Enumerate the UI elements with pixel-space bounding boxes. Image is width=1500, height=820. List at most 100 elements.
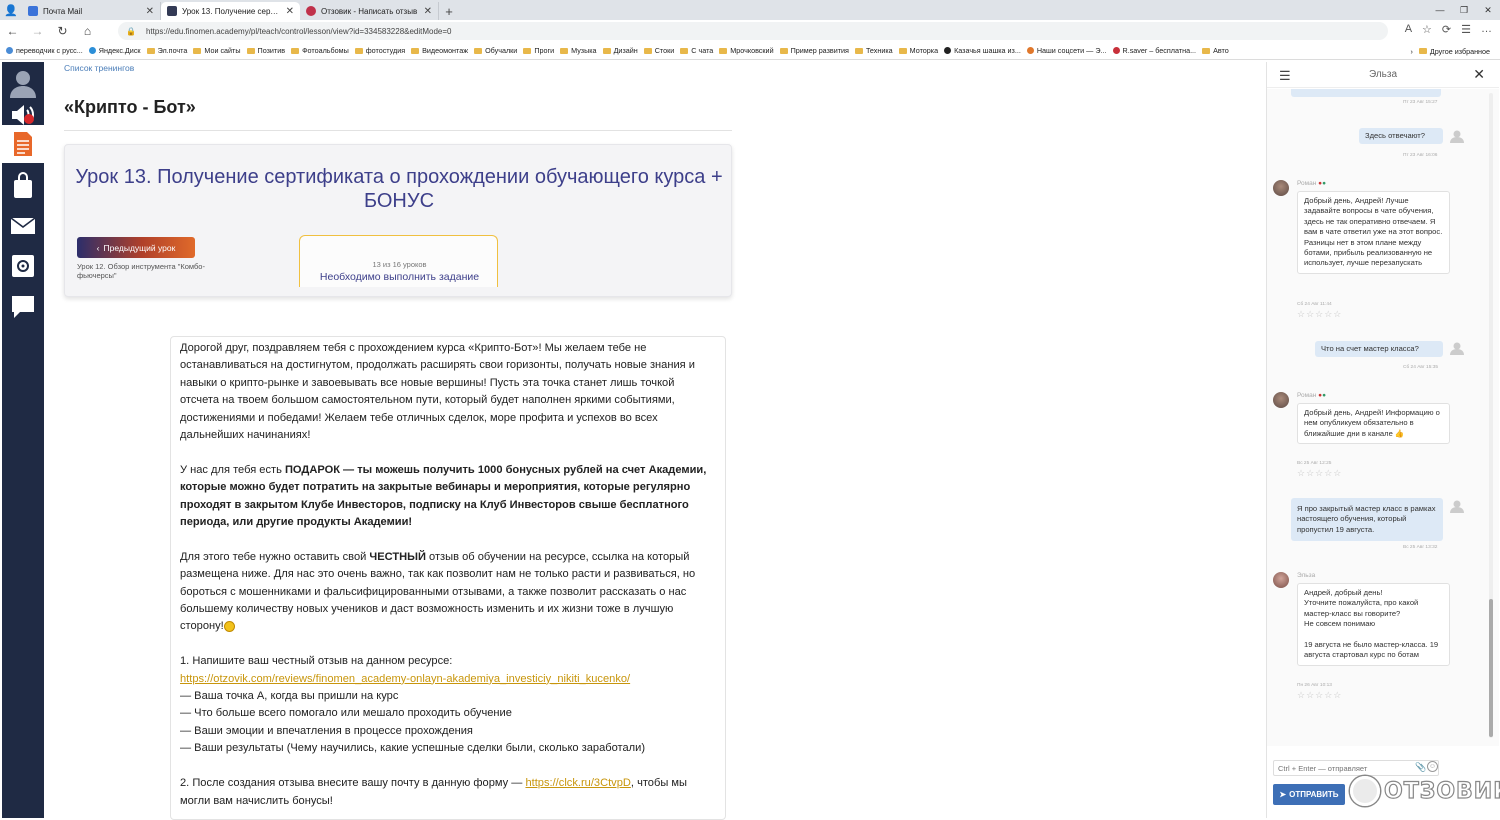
- message-bubble-incoming: Добрый день, Андрей! Информацию о нем оп…: [1297, 403, 1450, 445]
- left-sidebar: [2, 62, 44, 818]
- chat-scrollbar[interactable]: [1489, 93, 1493, 738]
- favorites-icon[interactable]: ☰: [1461, 23, 1471, 36]
- bookmark-label: Обучалки: [485, 46, 518, 55]
- lesson-progress-box: 13 из 16 уроков Необходимо выполнить зад…: [299, 235, 498, 287]
- close-window-icon[interactable]: ✕: [1476, 0, 1500, 20]
- minimize-icon[interactable]: —: [1428, 0, 1452, 20]
- bookmark-item[interactable]: С чата: [680, 46, 713, 55]
- rating-stars[interactable]: ☆☆☆☆☆: [1297, 690, 1342, 701]
- folder-icon: [680, 47, 689, 54]
- close-tab-icon[interactable]: ✕: [146, 6, 154, 17]
- bookmark-item[interactable]: Мрочковский: [719, 46, 774, 55]
- forward-icon[interactable]: →: [25, 24, 50, 38]
- tab-title: Урок 13. Получение сертифика: [182, 6, 282, 16]
- chevron-right-icon[interactable]: ›: [1410, 47, 1412, 56]
- user-avatar-icon: [1450, 342, 1464, 355]
- bookmark-label: Пример развития: [790, 46, 849, 55]
- message-meta: Пт 23 Авг 15:27: [1403, 100, 1438, 105]
- roman-avatar: [1273, 180, 1289, 196]
- folder-icon: [193, 47, 202, 54]
- bookmark-item[interactable]: Пример развития: [779, 46, 849, 55]
- bookmark-item[interactable]: Дизайн: [602, 46, 638, 55]
- folder-icon: [146, 47, 155, 54]
- watermark-text: ОТЗОВИК: [1383, 778, 1500, 804]
- folder-icon: [560, 47, 569, 54]
- safe-icon[interactable]: [2, 247, 44, 285]
- bookmark-item[interactable]: Мои сайты: [193, 46, 241, 55]
- congrats-paragraph: Дорогой друг, поздравляем тебя с прохожд…: [180, 342, 695, 442]
- url-field[interactable]: 🔒 https://edu.finomen.academy/pl/teach/c…: [118, 22, 1388, 40]
- tab-lesson[interactable]: Урок 13. Получение сертифика ✕: [161, 2, 300, 20]
- chat-messages[interactable]: Пт 23 Авг 15:27 Здесь отвечают? Пт 23 Ав…: [1267, 89, 1499, 746]
- profile-icon[interactable]: 👤: [0, 0, 22, 20]
- bookmark-item[interactable]: фотостудия: [354, 46, 405, 55]
- user-avatar-icon: [1450, 500, 1464, 513]
- bookmark-item[interactable]: Стоки: [643, 46, 675, 55]
- lesson-body: Дорогой друг, поздравляем тебя с прохожд…: [170, 336, 726, 820]
- emoji-icon[interactable]: ☺: [1427, 761, 1438, 772]
- bookmark-item[interactable]: Эл.почта: [146, 46, 187, 55]
- previous-lesson-button[interactable]: ‹ Предыдущий урок: [77, 237, 195, 258]
- back-icon[interactable]: ←: [0, 24, 25, 38]
- breadcrumb-trainings-link[interactable]: Список тренингов: [64, 63, 134, 73]
- otzovik-review-link[interactable]: https://otzovik.com/reviews/finomen_acad…: [180, 673, 630, 685]
- tab-title: Отзовик - Написать отзыв: [321, 6, 418, 16]
- folder-icon: [898, 47, 907, 54]
- form-link[interactable]: https://clck.ru/3CtvpD: [525, 777, 630, 789]
- refresh-extension-icon[interactable]: ⟳: [1442, 23, 1451, 36]
- bookmark-item[interactable]: переводчик с русс...: [6, 46, 83, 55]
- more-menu-icon[interactable]: …: [1481, 23, 1492, 36]
- bookmark-item[interactable]: Фотоальбомы: [291, 46, 349, 55]
- tab-otzovik[interactable]: Отзовик - Написать отзыв ✕: [300, 2, 439, 20]
- browser-tab-bar: 👤 Почта Mail ✕ Урок 13. Получение сертиф…: [0, 0, 1500, 20]
- scrollbar-thumb[interactable]: [1489, 599, 1493, 737]
- folder-icon: [474, 47, 483, 54]
- bookmark-label: Наши соцсети — Э...: [1036, 46, 1107, 55]
- bookmark-label: переводчик с русс...: [16, 46, 83, 55]
- rating-stars[interactable]: ☆☆☆☆☆: [1297, 309, 1342, 320]
- paperclip-icon[interactable]: 📎: [1415, 762, 1426, 773]
- window-controls: — ❐ ✕: [1428, 0, 1500, 20]
- tab-mail[interactable]: Почта Mail ✕: [22, 2, 161, 20]
- bookmark-item[interactable]: Позитив: [246, 46, 285, 55]
- shop-bag-icon[interactable]: [2, 167, 44, 205]
- lesson-task-status: Необходимо выполнить задание: [319, 271, 480, 283]
- bookmark-item[interactable]: Обучалки: [474, 46, 517, 55]
- message-sender: Роман ●●: [1297, 392, 1327, 399]
- bookmark-item[interactable]: Казачья шашка из...: [944, 46, 1021, 55]
- bookmark-item[interactable]: Авто: [1202, 46, 1229, 55]
- send-button[interactable]: ➤ ОТПРАВИТЬ: [1273, 784, 1345, 805]
- read-aloud-icon[interactable]: A: [1405, 23, 1412, 36]
- previous-lesson-title[interactable]: Урок 12. Обзор инструмента "Комбо-фьючер…: [77, 262, 217, 280]
- favorite-star-icon[interactable]: ☆: [1422, 23, 1432, 36]
- bookmark-label: Техника: [865, 46, 893, 55]
- folder-icon: [719, 47, 728, 54]
- bookmark-label: Мои сайты: [204, 46, 241, 55]
- close-tab-icon[interactable]: ✕: [286, 6, 294, 17]
- bookmark-label: Стоки: [654, 46, 675, 55]
- mail-icon[interactable]: [2, 207, 44, 245]
- folder-icon: [1202, 47, 1211, 54]
- other-bookmarks[interactable]: › Другое избранное: [1404, 42, 1496, 59]
- close-tab-icon[interactable]: ✕: [424, 6, 432, 17]
- maximize-icon[interactable]: ❐: [1452, 0, 1476, 20]
- chat-bubble-icon[interactable]: [2, 288, 44, 326]
- lessons-doc-icon[interactable]: [2, 125, 44, 163]
- home-icon[interactable]: ⌂: [75, 24, 100, 38]
- bookmark-item[interactable]: Видеомонтаж: [411, 46, 468, 55]
- bookmark-item[interactable]: Наши соцсети — Э...: [1026, 46, 1107, 55]
- rating-stars[interactable]: ☆☆☆☆☆: [1297, 468, 1342, 479]
- lesson-title: Урок 13. Получение сертификата о прохожд…: [75, 166, 723, 212]
- bookmark-item[interactable]: Проги: [523, 46, 554, 55]
- reload-icon[interactable]: ↻: [50, 24, 75, 38]
- bookmark-item[interactable]: Яндекс.Диск: [88, 46, 141, 55]
- close-chat-icon[interactable]: ✕: [1473, 66, 1485, 83]
- bookmark-item[interactable]: Моторка: [898, 46, 938, 55]
- new-tab-button[interactable]: +: [439, 2, 459, 20]
- bookmark-item[interactable]: Техника: [854, 46, 893, 55]
- tab-title: Почта Mail: [43, 6, 83, 16]
- bookmark-item[interactable]: R.saver – бесплатна...: [1112, 46, 1196, 55]
- review-paragraph: Для этого тебе нужно оставить свой ЧЕСТН…: [180, 549, 716, 636]
- bookmark-item[interactable]: Музыка: [560, 46, 597, 55]
- folder-icon: [602, 47, 611, 54]
